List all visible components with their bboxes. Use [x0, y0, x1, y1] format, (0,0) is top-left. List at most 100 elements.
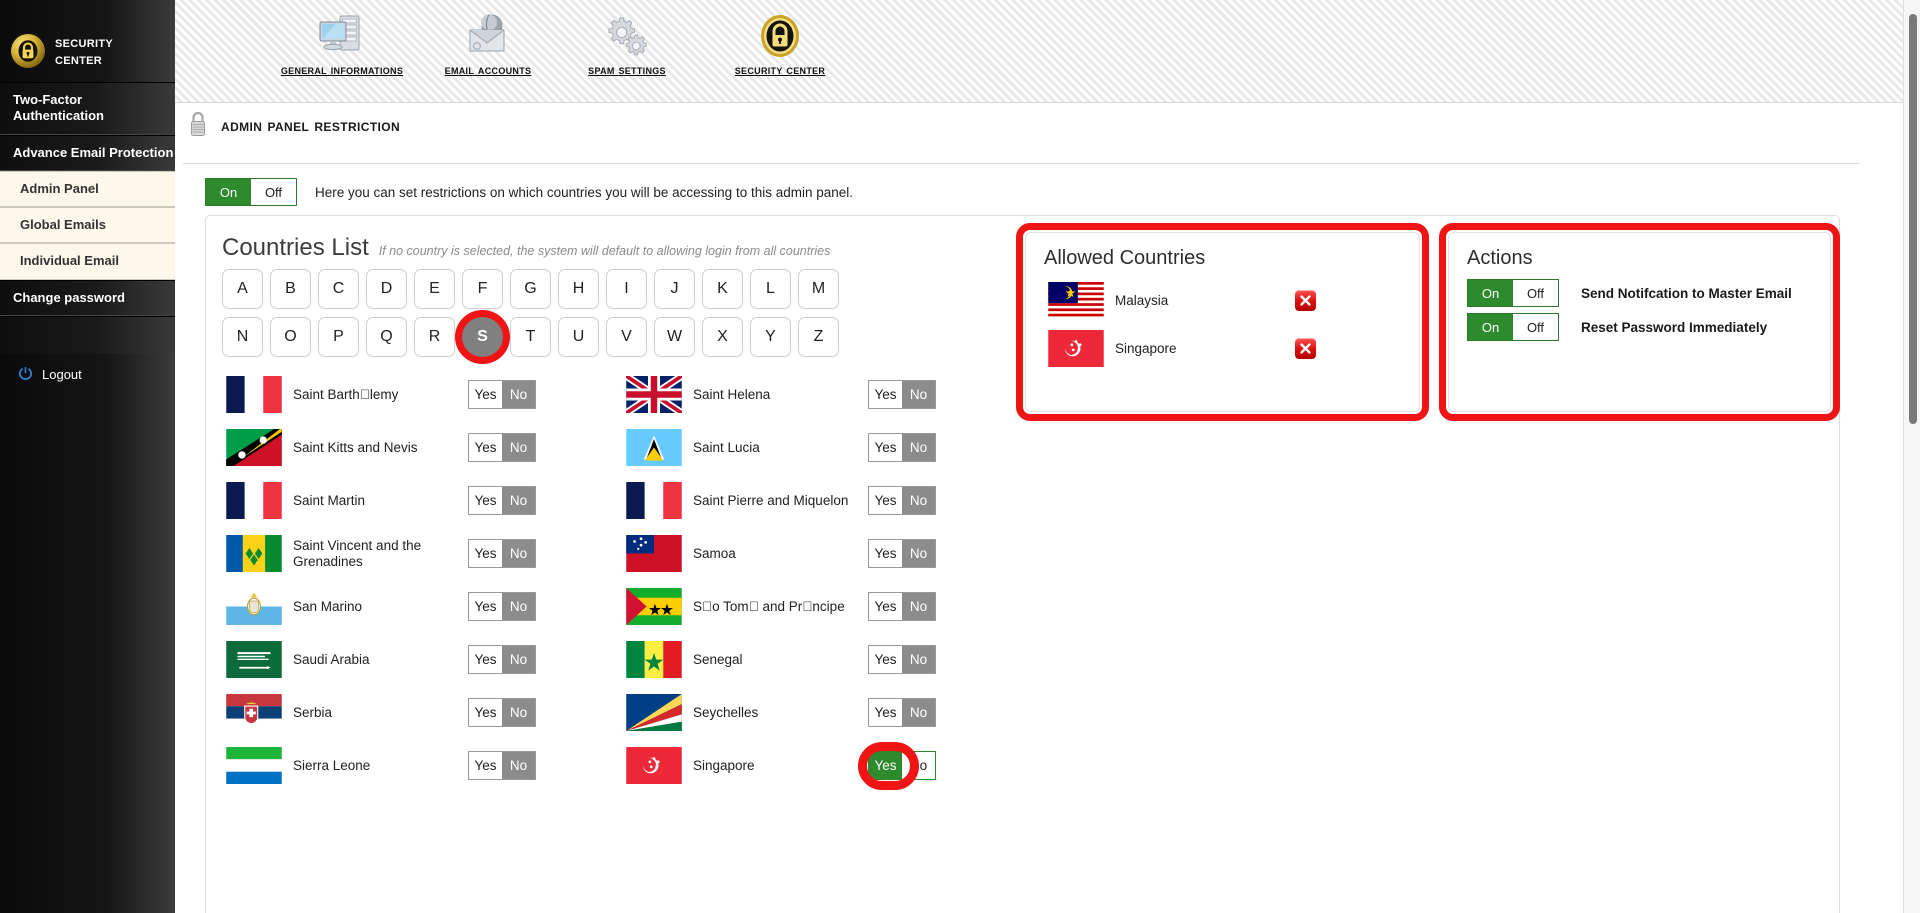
- alphabet-filter-y[interactable]: Y: [750, 317, 791, 357]
- alphabet-filter-w[interactable]: W: [654, 317, 695, 357]
- alphabet-filter-z[interactable]: Z: [798, 317, 839, 357]
- country-allow-toggle[interactable]: Yes No: [868, 539, 936, 568]
- action-toggle-send-notification[interactable]: On Off: [1467, 279, 1559, 307]
- country-toggle-no[interactable]: No: [502, 434, 535, 461]
- alphabet-filter-e[interactable]: E: [414, 269, 455, 309]
- sidebar-item-global-emails[interactable]: Global Emails: [0, 207, 175, 244]
- nav-security-center[interactable]: Security Center: [700, 12, 860, 77]
- sidebar-item-individual-email[interactable]: Individual Email: [0, 243, 175, 280]
- restriction-toggle-on[interactable]: On: [206, 179, 251, 205]
- country-toggle-no[interactable]: No: [902, 434, 935, 461]
- country-toggle-yes[interactable]: Yes: [469, 593, 502, 620]
- country-toggle-no[interactable]: No: [502, 487, 535, 514]
- country-toggle-yes[interactable]: Yes: [869, 593, 902, 620]
- nav-spam-settings[interactable]: Spam Settings: [547, 12, 707, 77]
- country-toggle-yes[interactable]: Yes: [469, 752, 502, 779]
- country-allow-toggle[interactable]: Yes No: [868, 486, 936, 515]
- country-toggle-yes[interactable]: Yes: [869, 381, 902, 408]
- country-toggle-yes[interactable]: Yes: [469, 540, 502, 567]
- sidebar-item-change-password[interactable]: Change password: [0, 279, 175, 316]
- red-x-icon[interactable]: [1295, 337, 1316, 359]
- action-toggle-off[interactable]: Off: [1513, 314, 1558, 340]
- page-scrollbar-thumb[interactable]: [1909, 14, 1917, 424]
- alphabet-filter-h[interactable]: H: [558, 269, 599, 309]
- country-toggle-yes[interactable]: Yes: [869, 487, 902, 514]
- alphabet-filter-u[interactable]: U: [558, 317, 599, 357]
- country-toggle-yes[interactable]: Yes: [469, 646, 502, 673]
- action-toggle-off[interactable]: Off: [1513, 280, 1558, 306]
- country-toggle-yes[interactable]: Yes: [469, 434, 502, 461]
- alphabet-filter-p[interactable]: P: [318, 317, 359, 357]
- country-allow-toggle[interactable]: Yes No: [468, 433, 536, 462]
- sidebar-item-two-factor-authentication[interactable]: Two-Factor Authentication: [0, 82, 175, 135]
- country-toggle-yes[interactable]: Yes: [469, 487, 502, 514]
- country-toggle-no[interactable]: No: [502, 540, 535, 567]
- page-scrollbar[interactable]: [1903, 0, 1920, 913]
- country-toggle-yes[interactable]: Yes: [869, 434, 902, 461]
- country-toggle-yes[interactable]: Yes: [869, 699, 902, 726]
- country-allow-toggle[interactable]: Yes No: [468, 539, 536, 568]
- alphabet-filter-v[interactable]: V: [606, 317, 647, 357]
- sidebar-item-label: Advance Email Protection: [13, 144, 174, 160]
- country-toggle-no[interactable]: No: [502, 699, 535, 726]
- country-toggle-no[interactable]: No: [902, 752, 935, 779]
- action-toggle-reset-password[interactable]: On Off: [1467, 313, 1559, 341]
- country-toggle-no[interactable]: No: [902, 540, 935, 567]
- country-allow-toggle[interactable]: Yes No: [868, 592, 936, 621]
- alphabet-filter-l[interactable]: L: [750, 269, 791, 309]
- country-allow-toggle[interactable]: Yes No: [868, 380, 936, 409]
- country-toggle-no[interactable]: No: [502, 381, 535, 408]
- nav-email-accounts[interactable]: Email Accounts: [408, 12, 568, 77]
- country-allow-toggle[interactable]: Yes No: [868, 433, 936, 462]
- country-toggle-no[interactable]: No: [502, 593, 535, 620]
- alphabet-filter-a[interactable]: A: [222, 269, 263, 309]
- action-toggle-on[interactable]: On: [1468, 314, 1513, 340]
- alphabet-filter-k[interactable]: K: [702, 269, 743, 309]
- sidebar-item-advance-email-protection[interactable]: Advance Email Protection: [0, 134, 175, 171]
- country-allow-toggle[interactable]: Yes No: [868, 698, 936, 727]
- alphabet-filter-g[interactable]: G: [510, 269, 551, 309]
- country-toggle-no[interactable]: No: [502, 646, 535, 673]
- action-toggle-on[interactable]: On: [1468, 280, 1513, 306]
- country-allow-toggle[interactable]: Yes No: [868, 751, 936, 780]
- country-toggle-no[interactable]: No: [902, 487, 935, 514]
- alphabet-filter-m[interactable]: M: [798, 269, 839, 309]
- alphabet-filter-o[interactable]: O: [270, 317, 311, 357]
- country-toggle-yes[interactable]: Yes: [469, 381, 502, 408]
- country-toggle-no[interactable]: No: [902, 381, 935, 408]
- country-allow-toggle[interactable]: Yes No: [468, 592, 536, 621]
- restriction-toggle-off[interactable]: Off: [251, 179, 296, 205]
- country-allow-toggle[interactable]: Yes No: [468, 698, 536, 727]
- country-toggle-yes[interactable]: Yes: [469, 699, 502, 726]
- alphabet-filter-c[interactable]: C: [318, 269, 359, 309]
- alphabet-filter-d[interactable]: D: [366, 269, 407, 309]
- logout-button[interactable]: Logout: [0, 354, 175, 396]
- restriction-toggle[interactable]: On Off: [205, 178, 297, 206]
- alphabet-filter-f[interactable]: F: [462, 269, 503, 309]
- country-allow-toggle[interactable]: Yes No: [868, 645, 936, 674]
- country-row: Saint Vincent and the Grenadines Yes No Sam…: [222, 527, 1022, 580]
- country-toggle-no[interactable]: No: [902, 593, 935, 620]
- alphabet-filter-q[interactable]: Q: [366, 317, 407, 357]
- nav-general-informations[interactable]: General Informations: [262, 12, 422, 77]
- alphabet-filter-s[interactable]: S: [462, 317, 503, 357]
- alphabet-filter-r[interactable]: R: [414, 317, 455, 357]
- alphabet-filter-t[interactable]: T: [510, 317, 551, 357]
- country-allow-toggle[interactable]: Yes No: [468, 380, 536, 409]
- country-toggle-no[interactable]: No: [902, 646, 935, 673]
- country-toggle-yes[interactable]: Yes: [869, 752, 902, 779]
- alphabet-filter-b[interactable]: B: [270, 269, 311, 309]
- country-allow-toggle[interactable]: Yes No: [468, 645, 536, 674]
- country-toggle-yes[interactable]: Yes: [869, 540, 902, 567]
- country-toggle-yes[interactable]: Yes: [869, 646, 902, 673]
- country-allow-toggle[interactable]: Yes No: [468, 751, 536, 780]
- country-toggle-no[interactable]: No: [902, 699, 935, 726]
- sidebar-item-admin-panel[interactable]: Admin Panel: [0, 170, 175, 207]
- red-x-icon[interactable]: [1295, 289, 1316, 311]
- country-allow-toggle[interactable]: Yes No: [468, 486, 536, 515]
- alphabet-filter-j[interactable]: J: [654, 269, 695, 309]
- alphabet-filter-i[interactable]: I: [606, 269, 647, 309]
- country-toggle-no[interactable]: No: [502, 752, 535, 779]
- alphabet-filter-x[interactable]: X: [702, 317, 743, 357]
- alphabet-filter-n[interactable]: N: [222, 317, 263, 357]
